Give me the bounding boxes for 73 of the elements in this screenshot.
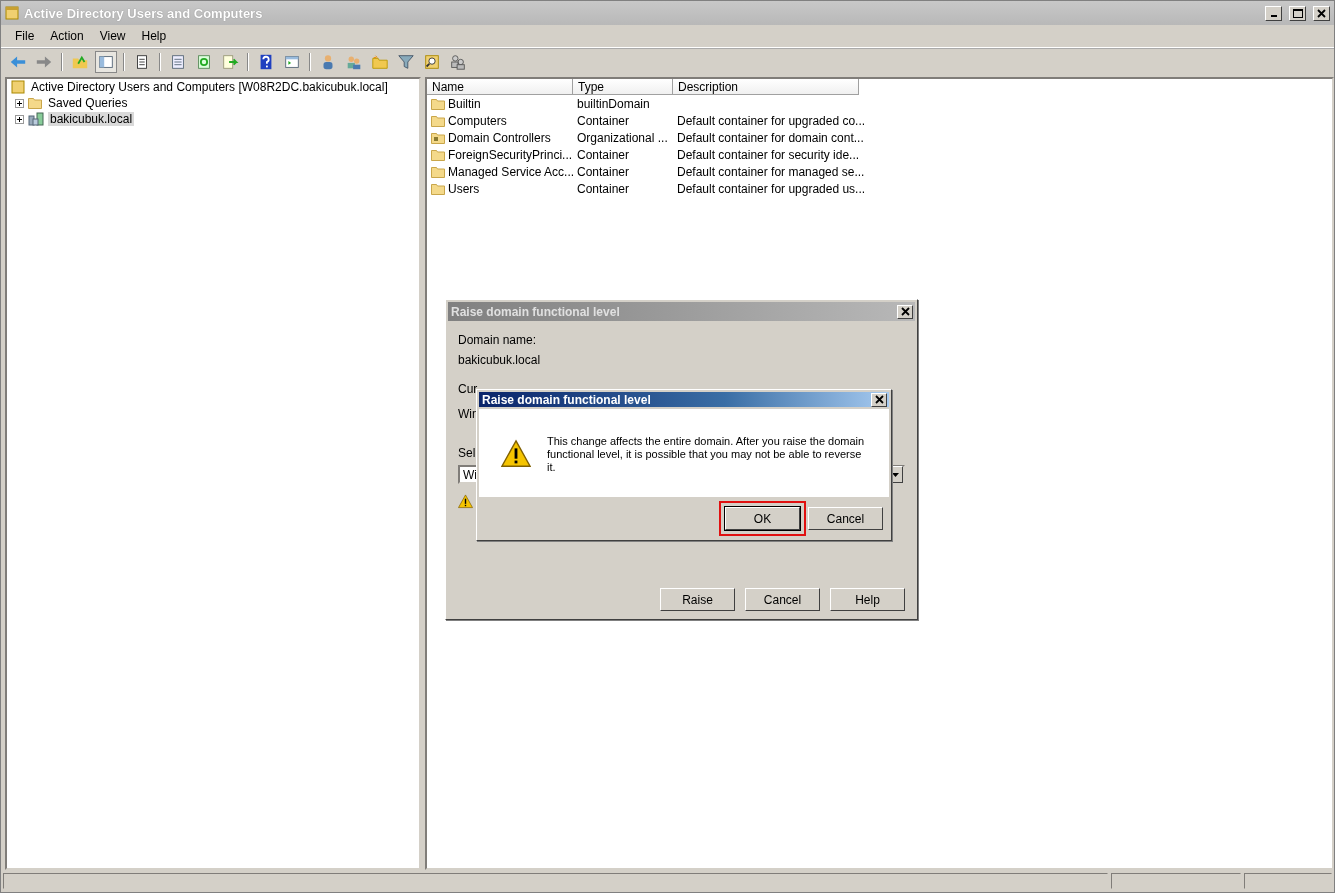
field-label: Sel — [458, 446, 476, 461]
tree-item[interactable]: bakicubuk.local — [48, 112, 135, 126]
column-header[interactable]: Name — [427, 79, 573, 95]
minimize-button[interactable] — [1265, 5, 1282, 21]
warning-icon — [458, 494, 473, 509]
table-cell[interactable]: Builtin — [448, 96, 481, 111]
dialog-button[interactable]: Cancel — [745, 588, 820, 611]
message-text: This change affects the entire domain. After you raise the domain functional level, it is possible that you may not be able to reverse it. — [547, 435, 866, 475]
users-icon — [449, 53, 467, 71]
folder-icon — [431, 148, 445, 161]
field-label: Cur — [458, 382, 478, 397]
folder-up-icon — [71, 53, 89, 71]
console-window-icon — [283, 53, 301, 71]
export-list-icon — [221, 53, 239, 71]
field-label: Domain name: — [458, 333, 537, 348]
table-cell: builtinDomain — [577, 96, 650, 111]
dialog-title: Raise domain functional level — [482, 392, 651, 407]
folder-icon — [431, 165, 445, 178]
table-cell: Container — [577, 147, 630, 162]
domain-icon — [28, 112, 44, 126]
pane-toggle-icon — [97, 53, 115, 71]
filter-icon — [397, 53, 415, 71]
table-cell: Container — [577, 181, 630, 196]
tree-item[interactable]: Saved Queries — [46, 96, 130, 110]
table-cell[interactable]: Managed Service Acc... — [448, 164, 575, 179]
window-title: Active Directory Users and Computers — [24, 5, 263, 21]
close-button[interactable] — [897, 304, 913, 319]
table-cell[interactable]: Computers — [448, 113, 507, 128]
maximize-button[interactable] — [1289, 5, 1306, 21]
folder-icon — [431, 97, 445, 110]
table-cell: Default container for upgraded us... — [677, 181, 866, 196]
dialog-button[interactable]: Raise — [660, 588, 735, 611]
table-cell: Container — [577, 164, 630, 179]
menu-item[interactable]: File — [7, 29, 43, 43]
warning-icon — [501, 439, 531, 469]
dialog-button[interactable]: Help — [830, 588, 905, 611]
table-cell: Default container for managed se... — [677, 164, 865, 179]
new-folder-icon — [371, 53, 389, 71]
maximize-icon — [1292, 8, 1303, 18]
table-cell: Default container for domain cont... — [677, 130, 864, 145]
field-value: bakicubuk.local — [458, 353, 541, 368]
menu-item[interactable]: View — [91, 29, 134, 43]
column-header[interactable]: Description — [673, 79, 859, 95]
expand-icon[interactable] — [15, 114, 24, 124]
properties-icon — [169, 53, 187, 71]
column-header[interactable]: Type — [573, 79, 673, 95]
close-icon — [900, 307, 910, 316]
table-cell: Default container for upgraded co... — [677, 113, 866, 128]
tree-item[interactable]: Active Directory Users and Computers [W08R2DC.bakicubuk.local] — [29, 80, 390, 94]
find-icon — [423, 53, 441, 71]
folder-icon — [28, 97, 42, 109]
menu-item[interactable]: Help — [133, 29, 175, 43]
folder-icon — [431, 182, 445, 195]
close-button[interactable] — [1313, 5, 1330, 21]
caret-icon — [891, 472, 899, 477]
app-icon — [5, 6, 19, 20]
menu-item[interactable]: Action — [42, 29, 92, 43]
close-button[interactable] — [871, 392, 887, 407]
table-cell: Container — [577, 113, 630, 128]
dialog-button[interactable]: Cancel — [808, 507, 883, 530]
table-cell[interactable]: Domain Controllers — [448, 130, 551, 145]
toolbar-button[interactable] — [95, 51, 117, 73]
console-icon — [11, 80, 25, 94]
expand-icon[interactable] — [15, 98, 24, 108]
table-cell: Default container for security ide... — [677, 147, 860, 162]
table-cell: Organizational ... — [577, 130, 668, 145]
dialog-title: Raise domain functional level — [451, 304, 620, 319]
close-icon — [1317, 8, 1326, 18]
close-icon — [874, 395, 884, 404]
table-cell[interactable]: Users — [448, 181, 480, 196]
table-cell[interactable]: ForeignSecurityPrinci... — [448, 147, 573, 162]
folder-icon — [431, 131, 445, 144]
folder-icon — [431, 114, 445, 127]
